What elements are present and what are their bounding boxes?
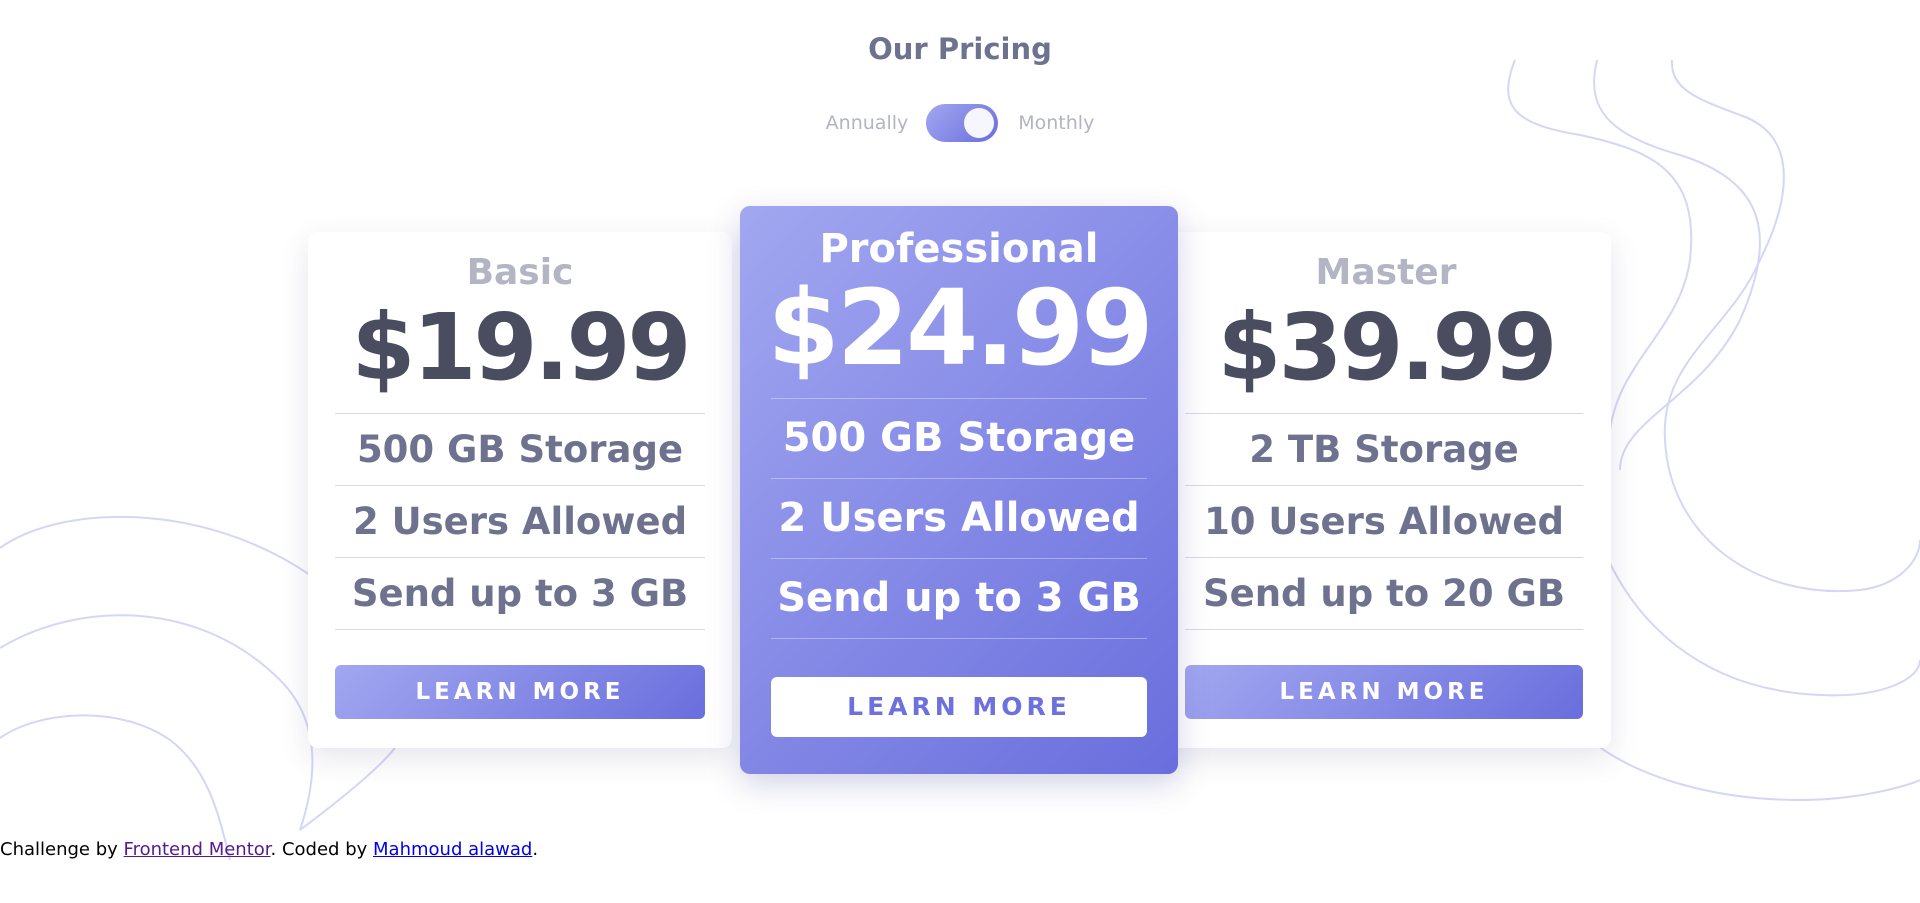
plan-name: Professional	[819, 226, 1099, 272]
feature-users: 2 Users Allowed	[335, 486, 705, 558]
attribution-footer: Challenge by Frontend Mentor. Coded by M…	[0, 839, 538, 860]
author-link[interactable]: Mahmoud alawad	[373, 839, 532, 860]
plan-price: $19.99	[351, 294, 691, 401]
plan-price: $39.99	[1217, 294, 1557, 401]
learn-more-button[interactable]: LEARN MORE	[771, 677, 1147, 737]
plan-name: Basic	[466, 252, 574, 293]
pricing-card-basic: Basic $19.99 500 GB Storage 2 Users Allo…	[308, 232, 732, 748]
feature-storage: 500 GB Storage	[771, 399, 1147, 479]
feature-list: 500 GB Storage 2 Users Allowed Send up t…	[335, 413, 705, 630]
toggle-knob	[964, 108, 995, 138]
learn-more-button[interactable]: LEARN MORE	[335, 665, 705, 719]
billing-toggle-switch[interactable]	[926, 104, 999, 142]
feature-users: 2 Users Allowed	[771, 479, 1147, 559]
plan-price: $24.99	[767, 267, 1153, 389]
feature-send-limit: Send up to 20 GB	[1185, 558, 1583, 630]
feature-storage: 500 GB Storage	[335, 414, 705, 486]
annually-label[interactable]: Annually	[826, 112, 909, 134]
feature-list: 500 GB Storage 2 Users Allowed Send up t…	[771, 398, 1147, 639]
plan-name: Master	[1315, 252, 1457, 293]
pricing-card-master: Master $39.99 2 TB Storage 10 Users Allo…	[1161, 232, 1611, 748]
billing-toggle-row: Annually Monthly	[0, 104, 1920, 142]
feature-users: 10 Users Allowed	[1185, 486, 1583, 558]
footer-middle: . Coded by	[270, 839, 368, 860]
footer-prefix: Challenge by	[0, 839, 118, 860]
pricing-card-professional: Professional $24.99 500 GB Storage 2 Use…	[740, 206, 1178, 774]
frontend-mentor-link[interactable]: Frontend Mentor	[124, 839, 271, 860]
feature-send-limit: Send up to 3 GB	[335, 558, 705, 630]
page-title: Our Pricing	[868, 32, 1052, 66]
feature-list: 2 TB Storage 10 Users Allowed Send up to…	[1185, 413, 1583, 630]
footer-suffix: .	[532, 839, 539, 860]
feature-storage: 2 TB Storage	[1185, 414, 1583, 486]
learn-more-button[interactable]: LEARN MORE	[1185, 665, 1583, 719]
feature-send-limit: Send up to 3 GB	[771, 559, 1147, 639]
monthly-label[interactable]: Monthly	[1018, 112, 1094, 134]
